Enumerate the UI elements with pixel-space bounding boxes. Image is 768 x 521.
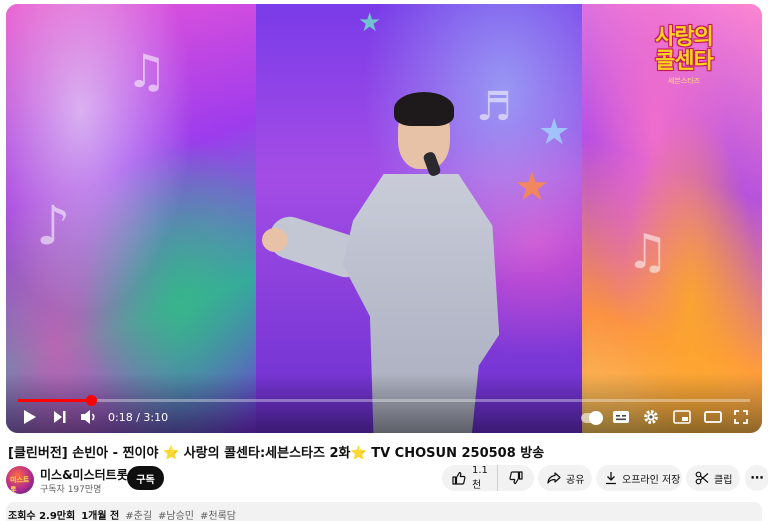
like-dislike-group: 1.1천 — [442, 465, 534, 491]
share-button[interactable]: 공유 — [538, 465, 592, 491]
video-player[interactable]: ♫ ♪ ♬ ♫ ★ ★ ★ 사랑의 콜센타 세븐스타즈 0:18 / 3:10 — [6, 4, 762, 433]
play-button[interactable] — [20, 407, 40, 427]
settings-icon — [644, 410, 658, 424]
music-note-decoration: ♫ — [126, 44, 168, 98]
star-decoration: ★ — [538, 112, 571, 153]
subtitles-button[interactable] — [610, 407, 632, 427]
channel-avatar-text: 미스트롯 — [10, 476, 30, 494]
performer-hair — [394, 92, 454, 126]
share-icon — [547, 472, 561, 484]
more-icon: ⋯ — [750, 470, 764, 486]
subscriber-count: 구독자 197만명 — [40, 485, 102, 495]
progress-played — [18, 399, 92, 402]
subtitles-icon — [613, 411, 629, 423]
channel-avatar[interactable]: 미스트롯 — [6, 466, 34, 494]
upload-age: 1개월 전 — [81, 511, 120, 521]
current-time: 0:18 — [108, 411, 133, 424]
miniplayer-icon — [673, 410, 691, 424]
channel-name[interactable]: 미스&미스터트롯 — [40, 466, 128, 483]
star-decoration: ★ — [514, 164, 550, 210]
share-label: 공유 — [566, 474, 585, 486]
clip-button[interactable]: 클립 — [686, 465, 740, 491]
time-display: 0:18 / 3:10 — [108, 411, 168, 424]
volume-button[interactable] — [78, 407, 100, 427]
time-separator: / — [132, 411, 144, 424]
fullscreen-icon — [734, 410, 748, 424]
show-logo-line2: 콜센타 — [655, 49, 714, 74]
description-meta: 조회수 2.9만회 1개월 전 #춘길 #남승민 #천록담 — [8, 507, 236, 521]
subscribe-button[interactable]: 구독 — [127, 466, 164, 490]
next-button[interactable] — [50, 407, 70, 427]
autoplay-toggle[interactable] — [581, 411, 603, 425]
thumbs-up-icon — [452, 471, 466, 485]
music-note-decoration: ♬ — [476, 84, 512, 130]
hashtag-link[interactable]: #남승민 — [158, 507, 194, 521]
download-label: 오프라인 저장 — [622, 474, 681, 486]
hashtag-link[interactable]: #천록담 — [200, 507, 236, 521]
video-title: [클린버전] 손빈아 - 찐이야 ⭐ 사랑의 콜센타:세븐스타즈 2화⭐ TV … — [8, 446, 545, 461]
play-icon — [24, 410, 36, 424]
download-icon — [606, 472, 616, 485]
hashtag-link[interactable]: #춘길 — [125, 507, 152, 521]
show-logo: 사랑의 콜센타 세븐스타즈 — [634, 26, 734, 92]
progress-bar[interactable] — [18, 395, 750, 406]
volume-icon — [81, 410, 95, 424]
miniplayer-button[interactable] — [671, 407, 693, 427]
music-note-decoration: ♪ — [36, 194, 71, 257]
view-count: 조회수 2.9만회 — [8, 511, 76, 521]
like-button[interactable]: 1.1천 — [442, 465, 498, 491]
theater-icon — [704, 411, 722, 423]
fullscreen-button[interactable] — [730, 407, 752, 427]
clip-label: 클립 — [714, 474, 733, 486]
scissors-icon — [695, 471, 709, 485]
download-button[interactable]: 오프라인 저장 — [596, 465, 682, 491]
total-time: 3:10 — [143, 411, 169, 424]
more-actions-button[interactable]: ⋯ — [745, 465, 768, 491]
next-icon — [54, 411, 66, 423]
performer-hand — [262, 228, 288, 252]
theater-button[interactable] — [702, 407, 724, 427]
music-note-decoration: ♫ — [626, 224, 670, 280]
thumbs-down-icon — [509, 471, 523, 485]
star-decoration: ★ — [358, 8, 382, 38]
like-count: 1.1천 — [471, 465, 488, 491]
settings-button[interactable] — [640, 407, 662, 427]
show-logo-line1: 사랑의 — [655, 25, 714, 50]
show-logo-subtitle: 세븐스타즈 — [667, 77, 701, 85]
dislike-button[interactable] — [498, 465, 534, 491]
